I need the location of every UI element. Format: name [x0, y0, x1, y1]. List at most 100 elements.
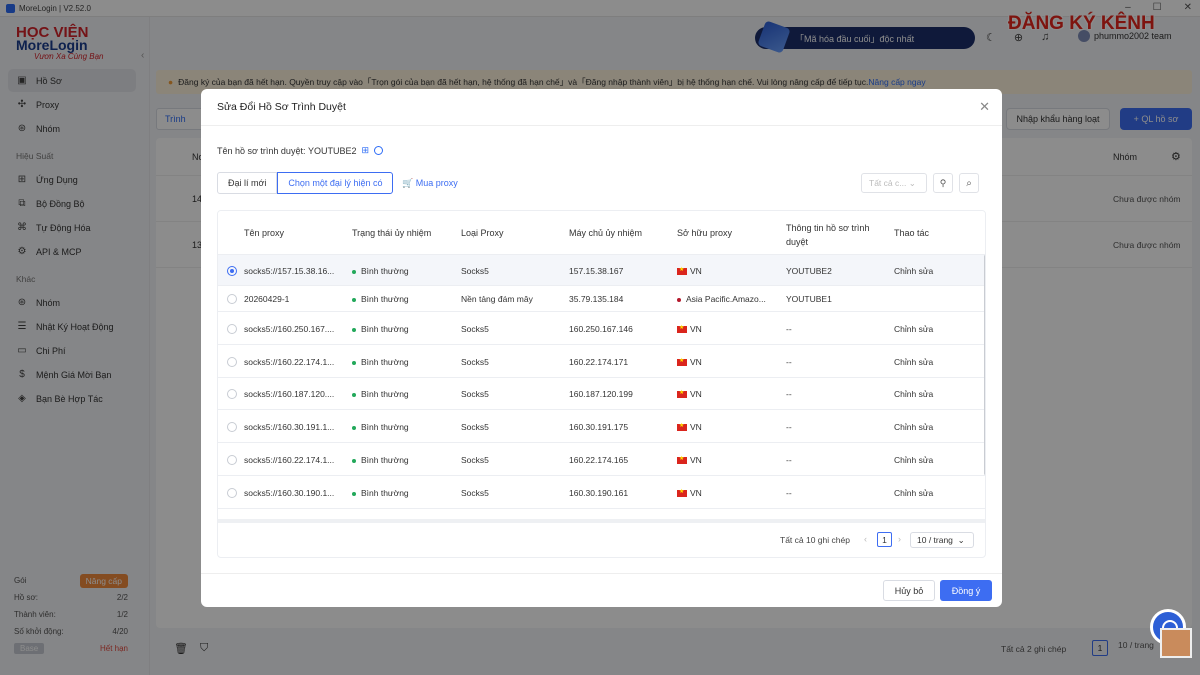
proxy-mode-segment: Đại lí mới Chọn một đại lý hiện có	[217, 172, 394, 194]
proxy-action[interactable]: Chỉnh sửa	[894, 266, 933, 276]
proxy-row[interactable]: socks5://160.30.190.1... Bình thường Socks…	[218, 476, 985, 509]
vietnam-flag-icon	[677, 357, 687, 367]
proxy-type: Socks5	[461, 357, 489, 367]
proxy-host: 160.30.191.175	[569, 422, 629, 432]
col-status: Trạng thái ủy nhiệm	[352, 228, 432, 238]
dialog-title: Sửa Đổi Hồ Sơ Trình Duyệt	[217, 101, 346, 113]
vertical-scrollbar[interactable]	[984, 255, 985, 475]
proxy-owner: VN	[677, 357, 702, 367]
proxy-status: Bình thường	[352, 294, 409, 304]
proxy-row[interactable]: socks5://160.22.174.1... Bình thường Socks…	[218, 443, 985, 476]
proxy-radio[interactable]	[227, 488, 237, 498]
proxy-status: Bình thường	[352, 488, 409, 498]
proxy-action[interactable]: Chỉnh sửa	[894, 455, 933, 465]
proxy-host: 160.22.174.165	[569, 455, 629, 465]
proxy-row[interactable]: 20260429-1 Bình thường Nền tảng đám mây 35.…	[218, 286, 985, 312]
status-dot-icon	[352, 297, 356, 302]
status-dot-icon	[352, 458, 356, 463]
proxy-action[interactable]: Chỉnh sửa	[894, 488, 933, 498]
proxy-row[interactable]: socks5://160.187.120.... Bình thường Socks…	[218, 378, 985, 410]
proxy-profile: YOUTUBE2	[786, 266, 832, 276]
proxy-name: socks5://160.250.167....	[244, 324, 335, 334]
proxy-status: Bình thường	[352, 357, 409, 367]
col-proxy-name: Tên proxy	[244, 228, 285, 238]
proxy-owner: VN	[677, 389, 702, 399]
proxy-action[interactable]: Chỉnh sửa	[894, 324, 933, 334]
proxy-radio[interactable]	[227, 422, 237, 432]
status-dot-icon	[352, 269, 356, 274]
proxy-name: 20260429-1	[244, 294, 290, 304]
filter-icon[interactable]: ⚲	[933, 173, 953, 193]
proxy-page-number[interactable]: 1	[877, 532, 892, 547]
proxy-owner: VN	[677, 324, 702, 334]
proxy-type: Socks5	[461, 389, 489, 399]
status-dot-icon	[352, 360, 356, 365]
browser-icon	[374, 146, 384, 155]
proxy-type: Socks5	[461, 488, 489, 498]
buy-proxy-link[interactable]: 🛒 Mua proxy	[402, 178, 458, 189]
col-type: Loại Proxy	[461, 228, 504, 238]
proxy-row[interactable]: socks5://160.30.191.1... Bình thường Socks…	[218, 410, 985, 443]
webcam-overlay-image	[1160, 628, 1192, 658]
proxy-host: 160.22.174.171	[569, 357, 629, 367]
proxy-pagination: Tất cả 10 ghi chép ‹ 1 › 10 / trang ⌄	[218, 523, 985, 557]
proxy-type: Socks5	[461, 422, 489, 432]
proxy-per-page-select[interactable]: 10 / trang ⌄	[910, 532, 974, 548]
proxy-host: 157.15.38.167	[569, 266, 624, 276]
proxy-status: Bình thường	[352, 455, 409, 465]
proxy-profile: YOUTUBE1	[786, 294, 832, 304]
vietnam-flag-icon	[677, 389, 687, 399]
chevron-down-icon: ⌄	[957, 534, 965, 545]
proxy-profile: --	[786, 455, 792, 465]
proxy-profile: --	[786, 357, 792, 367]
proxy-row[interactable]: socks5://160.250.167.... Bình thường Socks…	[218, 312, 985, 345]
proxy-owner: VN	[677, 266, 702, 276]
col-owner: Sở hữu proxy	[677, 228, 732, 238]
prev-page-icon[interactable]: ‹	[864, 534, 867, 544]
next-page-icon[interactable]: ›	[898, 534, 901, 544]
search-icon[interactable]: ⌕	[959, 173, 979, 193]
proxy-radio[interactable]	[227, 389, 237, 399]
proxy-profile: --	[786, 422, 792, 432]
proxy-table: Tên proxy Trạng thái ủy nhiệm Loại Proxy…	[217, 210, 986, 558]
divider	[201, 573, 1002, 574]
proxy-host: 160.250.167.146	[569, 324, 633, 334]
proxy-radio[interactable]	[227, 266, 237, 276]
proxy-row[interactable]: socks5://157.15.38.16... Bình thường Socks…	[218, 255, 985, 286]
proxy-action[interactable]: Chỉnh sửa	[894, 422, 933, 432]
tab-new-proxy[interactable]: Đại lí mới	[217, 172, 278, 194]
chevron-down-icon: ⌄	[908, 177, 916, 188]
status-dot-icon	[352, 327, 356, 332]
proxy-status: Bình thường	[352, 422, 409, 432]
proxy-type: Socks5	[461, 266, 489, 276]
proxy-action[interactable]: Chỉnh sửa	[894, 389, 933, 399]
proxy-host: 160.30.190.161	[569, 488, 629, 498]
proxy-table-header: Tên proxy Trạng thái ủy nhiệm Loại Proxy…	[218, 211, 985, 255]
proxy-owner: VN	[677, 422, 702, 432]
proxy-radio[interactable]	[227, 324, 237, 334]
close-icon[interactable]: ✕	[979, 99, 990, 115]
proxy-status: Bình thường	[352, 266, 409, 276]
proxy-radio[interactable]	[227, 357, 237, 367]
proxy-status: Bình thường	[352, 324, 409, 334]
proxy-type: Socks5	[461, 324, 489, 334]
tab-existing-proxy[interactable]: Chọn một đại lý hiện có	[277, 172, 394, 194]
proxy-owner: VN	[677, 455, 702, 465]
status-dot-icon	[352, 491, 356, 496]
status-dot-icon	[352, 392, 356, 397]
proxy-host: 160.187.120.199	[569, 389, 633, 399]
proxy-name: socks5://160.30.191.1...	[244, 422, 335, 432]
filter-select[interactable]: Tất cả c... ⌄	[861, 173, 927, 193]
proxy-radio[interactable]	[227, 294, 237, 304]
confirm-button[interactable]: Đồng ý	[940, 580, 992, 601]
proxy-action[interactable]: Chỉnh sửa	[894, 357, 933, 367]
cancel-button[interactable]: Hủy bỏ	[883, 580, 935, 601]
vietnam-flag-icon	[677, 266, 687, 276]
proxy-profile: --	[786, 324, 792, 334]
proxy-radio[interactable]	[227, 455, 237, 465]
proxy-name: socks5://160.22.174.1...	[244, 357, 335, 367]
proxy-row[interactable]: socks5://160.22.174.1... Bình thường Socks…	[218, 345, 985, 378]
vietnam-flag-icon	[677, 488, 687, 498]
proxy-status: Bình thường	[352, 389, 409, 399]
proxy-host: 35.79.135.184	[569, 294, 624, 304]
